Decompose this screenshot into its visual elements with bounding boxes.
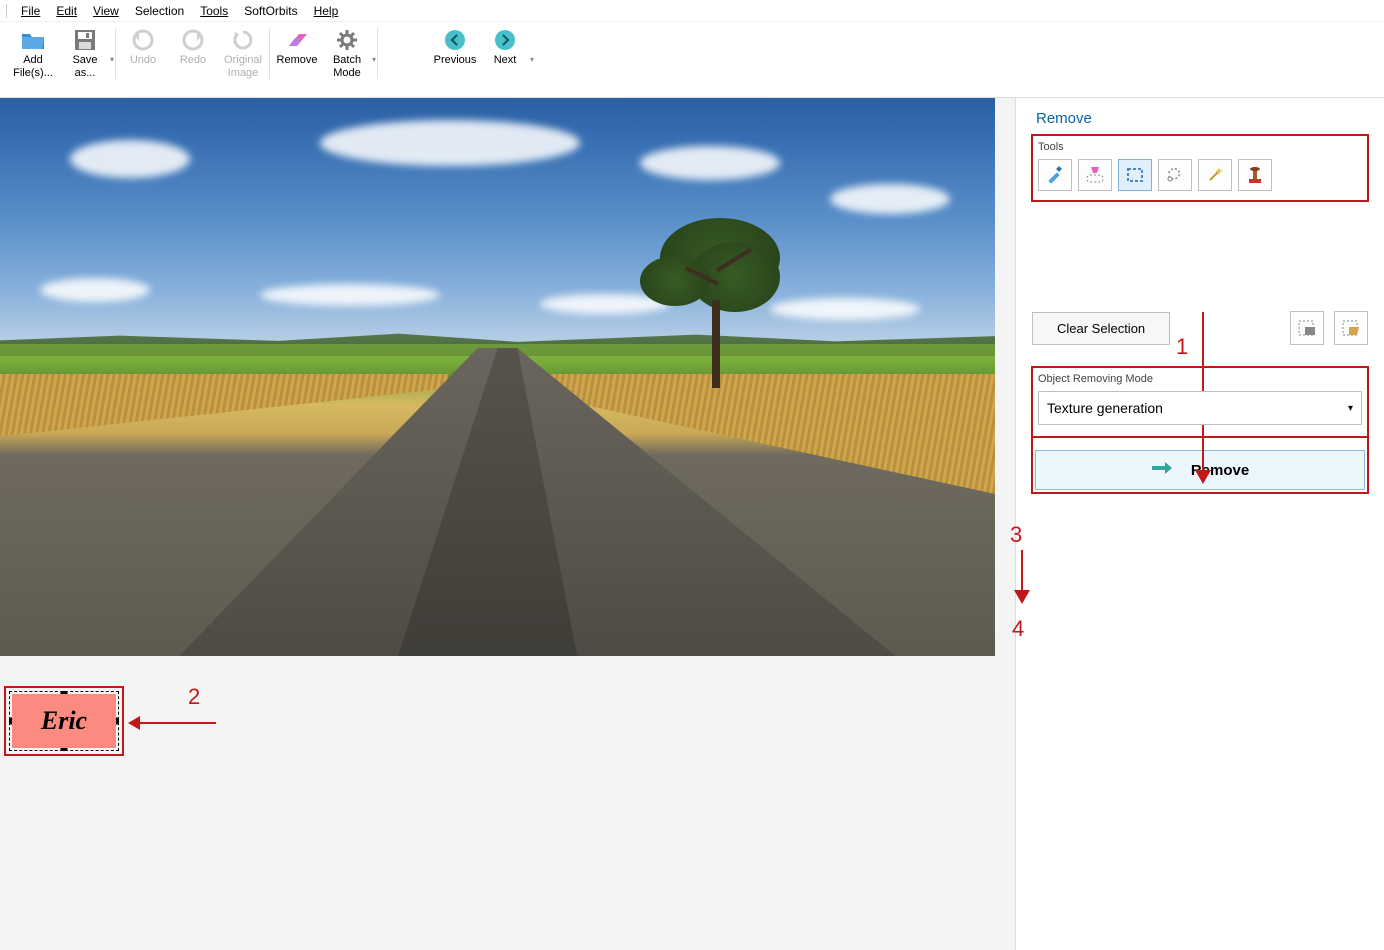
watermark-overlay: Eric <box>12 694 116 748</box>
annotation-arrowhead-1 <box>1195 470 1211 484</box>
menu-help[interactable]: Help <box>306 2 347 20</box>
marker-tool[interactable] <box>1038 159 1072 191</box>
arrow-right-icon <box>1151 461 1173 479</box>
mode-label: Object Removing Mode <box>1038 373 1362 385</box>
watermark-text: Eric <box>41 706 87 736</box>
watermark-selection[interactable]: Eric <box>4 686 124 756</box>
rectangle-select-tool[interactable] <box>1118 159 1152 191</box>
menu-bar: File Edit View Selection Tools SoftOrbit… <box>0 0 1384 22</box>
eraser-icon <box>285 28 309 52</box>
annotation-number-2: 2 <box>188 684 200 710</box>
annotation-arrowhead-2 <box>128 716 140 730</box>
object-removing-mode-group: Object Removing Mode Texture generation … <box>1032 367 1368 437</box>
undo-icon <box>131 28 155 52</box>
gear-icon <box>335 28 359 52</box>
save-icon <box>73 28 97 52</box>
lasso-tool[interactable] <box>1158 159 1192 191</box>
annotation-arrow-3 <box>1021 550 1023 592</box>
annotation-arrow-2 <box>138 722 216 724</box>
canvas-area[interactable]: Eric 2 <box>0 98 1016 950</box>
previous-button[interactable]: Previous <box>430 26 480 94</box>
menu-softorbits[interactable]: SoftOrbits <box>236 2 305 20</box>
next-button[interactable]: Next <box>480 26 530 94</box>
dropdown-indicator[interactable]: ▾ <box>110 55 114 64</box>
freehand-select-tool[interactable] <box>1078 159 1112 191</box>
dropdown-indicator[interactable]: ▾ <box>372 55 376 64</box>
clone-stamp-tool[interactable] <box>1238 159 1272 191</box>
right-panel: Remove Tools <box>1016 98 1384 950</box>
add-files-button[interactable]: Add File(s)... <box>6 26 60 94</box>
chevron-down-icon: ▾ <box>1348 403 1353 414</box>
menu-tools[interactable]: Tools <box>192 2 236 20</box>
save-as-button[interactable]: Save as... <box>60 26 110 94</box>
tools-label: Tools <box>1038 141 1362 153</box>
redo-button: Redo <box>168 26 218 94</box>
remove-toolbar-button[interactable]: Remove <box>272 26 322 94</box>
panel-tab-remove[interactable]: Remove <box>1032 104 1368 135</box>
menu-grip <box>6 4 7 18</box>
menu-selection[interactable]: Selection <box>127 2 192 20</box>
save-selection-button[interactable] <box>1290 311 1324 345</box>
mode-select[interactable]: Texture generation ▾ <box>1038 391 1362 425</box>
original-image-button: Original Image <box>218 26 268 94</box>
mode-value: Texture generation <box>1047 400 1163 416</box>
load-selection-button[interactable] <box>1334 311 1368 345</box>
redo-icon <box>181 28 205 52</box>
menu-edit[interactable]: Edit <box>48 2 85 20</box>
folder-open-icon <box>21 28 45 52</box>
magic-wand-tool[interactable] <box>1198 159 1232 191</box>
revert-icon <box>231 28 255 52</box>
dropdown-indicator[interactable]: ▾ <box>530 55 534 64</box>
menu-view[interactable]: View <box>85 2 127 20</box>
clear-selection-button[interactable]: Clear Selection <box>1032 312 1170 345</box>
tools-group: Tools <box>1032 135 1368 201</box>
batch-mode-button[interactable]: Batch Mode <box>322 26 372 94</box>
next-icon <box>493 28 517 52</box>
annotation-arrowhead-3 <box>1014 590 1030 604</box>
previous-icon <box>443 28 467 52</box>
menu-file[interactable]: File <box>13 2 48 20</box>
loaded-image <box>0 98 995 656</box>
toolbar: Add File(s)... Save as... ▾ Undo Redo <box>0 22 1384 98</box>
undo-button: Undo <box>118 26 168 94</box>
